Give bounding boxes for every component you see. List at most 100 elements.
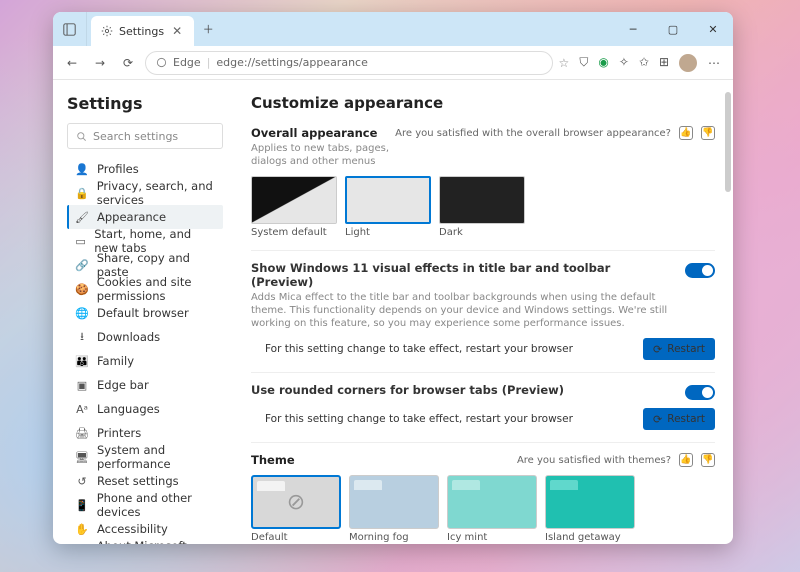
- window-minimize-button[interactable]: ─: [613, 12, 653, 46]
- access-icon: ✋: [75, 523, 89, 536]
- appearance-option-light[interactable]: Light: [345, 176, 431, 238]
- edge-icon: ▣: [75, 379, 89, 392]
- overall-desc: Applies to new tabs, pages, dialogs and …: [251, 142, 395, 168]
- appearance-label: System default: [251, 227, 337, 238]
- tab-close-icon[interactable]: ✕: [170, 24, 184, 38]
- gear-icon: [101, 25, 113, 37]
- thumbs-up-icon[interactable]: 👍: [679, 126, 693, 140]
- sidebar-title: Settings: [67, 94, 223, 113]
- collections-icon[interactable]: ⊞: [659, 55, 669, 70]
- sidebar-item-about-microsoft-edge[interactable]: ℹAbout Microsoft Edge: [67, 541, 223, 544]
- refresh-button[interactable]: ⟳: [117, 56, 139, 70]
- sidebar-item-system-and-performance[interactable]: 🖥 System and performance: [67, 445, 223, 469]
- window-maximize-button[interactable]: ▢: [653, 12, 693, 46]
- window-close-button[interactable]: ✕: [693, 12, 733, 46]
- sidebar-item-downloads[interactable]: ⭳Downloads: [67, 325, 223, 349]
- visual-effects-restart-msg: For this setting change to take effect, …: [265, 343, 631, 355]
- shield-icon[interactable]: ⛉: [579, 55, 588, 70]
- phone-icon: 📱: [75, 499, 89, 512]
- page-heading: Customize appearance: [251, 94, 715, 112]
- sidebar-item-cookies-and-site-permissions[interactable]: 🍪Cookies and site permissions: [67, 277, 223, 301]
- family-icon: 👪: [75, 355, 89, 368]
- theme-title: Theme: [251, 453, 517, 467]
- address-url: edge://settings/appearance: [216, 56, 367, 69]
- rounded-restart-button[interactable]: ⟳ Restart: [643, 408, 715, 430]
- sidebar-item-start-home-and-new-tabs[interactable]: ▭Start, home, and new tabs: [67, 229, 223, 253]
- sidebar-item-label: Default browser: [97, 306, 189, 320]
- sidebar-item-reset-settings[interactable]: ↺Reset settings: [67, 469, 223, 493]
- favorite-icon[interactable]: ☆: [559, 56, 570, 70]
- favorites-icon[interactable]: ✩: [639, 55, 649, 70]
- tab-settings[interactable]: Settings ✕: [91, 16, 194, 46]
- download-icon: ⭳: [75, 328, 89, 347]
- theme-option-island-getaway[interactable]: Island getaway: [545, 475, 635, 543]
- section-theme: Theme Are you satisfied with themes? 👍 👎…: [251, 453, 715, 544]
- address-bar[interactable]: Edge | edge://settings/appearance: [145, 51, 553, 75]
- appearance-swatch: [439, 176, 525, 224]
- sidebar-item-languages[interactable]: Aᵃ Languages: [67, 397, 223, 421]
- appearance-label: Light: [345, 227, 431, 238]
- sidebar-item-label: System and performance: [97, 443, 217, 471]
- sidebar-item-accessibility[interactable]: ✋Accessibility: [67, 517, 223, 541]
- new-tab-button[interactable]: ＋: [194, 12, 222, 46]
- thumbs-up-icon[interactable]: 👍: [679, 453, 693, 467]
- sidebar-item-label: Printers: [97, 426, 141, 440]
- theme-option-default[interactable]: Default: [251, 475, 341, 543]
- theme-label: Island getaway: [545, 532, 635, 543]
- visual-effects-restart-button[interactable]: ⟳ Restart: [643, 338, 715, 360]
- thumbs-down-icon[interactable]: 👎: [701, 453, 715, 467]
- theme-swatch: [251, 475, 341, 529]
- sidebar-item-label: Reset settings: [97, 474, 179, 488]
- restart-icon: ⟳: [653, 343, 662, 356]
- sidebar-item-phone-and-other-devices[interactable]: 📱 Phone and other devices: [67, 493, 223, 517]
- sidebar-item-appearance[interactable]: 🖌Appearance: [67, 205, 223, 229]
- sidebar-item-label: Appearance: [97, 210, 166, 224]
- appearance-option-dark[interactable]: Dark: [439, 176, 525, 238]
- sidebar-item-default-browser[interactable]: 🌐 Default browser: [67, 301, 223, 325]
- browser-icon: 🌐: [75, 307, 89, 320]
- thumbs-down-icon[interactable]: 👎: [701, 126, 715, 140]
- theme-label: Morning fog: [349, 532, 439, 543]
- menu-icon[interactable]: ⋯: [703, 56, 725, 70]
- visual-effects-toggle[interactable]: [685, 263, 715, 278]
- appearance-option-system-default[interactable]: System default: [251, 176, 337, 238]
- theme-feedback-text: Are you satisfied with themes?: [517, 455, 671, 466]
- titlebar: Settings ✕ ＋ ─ ▢ ✕: [53, 12, 733, 46]
- lang-icon: Aᵃ: [75, 403, 89, 416]
- forward-button[interactable]: →: [89, 56, 111, 70]
- back-button[interactable]: ←: [61, 56, 83, 70]
- theme-option-morning-fog[interactable]: Morning fog: [349, 475, 439, 543]
- sync-icon[interactable]: ◉: [598, 55, 608, 70]
- extensions-icon[interactable]: ✧: [619, 55, 629, 70]
- visual-effects-desc: Adds Mica effect to the title bar and to…: [251, 291, 675, 330]
- sidebar-item-label: Edge bar: [97, 378, 149, 392]
- theme-label: Icy mint: [447, 532, 537, 543]
- scrollbar[interactable]: [725, 92, 731, 192]
- cookie-icon: 🍪: [75, 283, 89, 296]
- section-visual-effects: Show Windows 11 visual effects in title …: [251, 261, 715, 360]
- lock-icon: 🔒: [75, 187, 89, 200]
- appearance-swatch: [345, 176, 431, 224]
- rounded-title: Use rounded corners for browser tabs (Pr…: [251, 383, 675, 397]
- settings-sidebar: Settings Search settings 👤Profiles🔒Priva…: [53, 80, 233, 544]
- address-label: Edge: [173, 56, 201, 69]
- sidebar-item-family[interactable]: 👪Family: [67, 349, 223, 373]
- rounded-toggle[interactable]: [685, 385, 715, 400]
- sidebar-item-label: Phone and other devices: [97, 491, 217, 519]
- sidebar-item-label: Languages: [97, 402, 160, 416]
- vertical-tabs-icon[interactable]: [53, 12, 87, 46]
- profile-avatar[interactable]: [679, 54, 697, 72]
- system-icon: 🖥: [75, 451, 89, 464]
- theme-swatch: [447, 475, 537, 529]
- sidebar-item-privacy-search-and-services[interactable]: 🔒Privacy, search, and services: [67, 181, 223, 205]
- sidebar-item-label: About Microsoft Edge: [97, 539, 217, 544]
- toolbar: ← → ⟳ Edge | edge://settings/appearance …: [53, 46, 733, 80]
- theme-option-icy-mint[interactable]: Icy mint: [447, 475, 537, 543]
- sidebar-item-profiles[interactable]: 👤Profiles: [67, 157, 223, 181]
- sidebar-item-printers[interactable]: 🖨 Printers: [67, 421, 223, 445]
- search-placeholder: Search settings: [93, 130, 178, 143]
- search-settings-input[interactable]: Search settings: [67, 123, 223, 149]
- printer-icon: 🖨: [75, 427, 89, 440]
- sidebar-item-share-copy-and-paste[interactable]: 🔗Share, copy and paste: [67, 253, 223, 277]
- sidebar-item-edge-bar[interactable]: ▣ Edge bar: [67, 373, 223, 397]
